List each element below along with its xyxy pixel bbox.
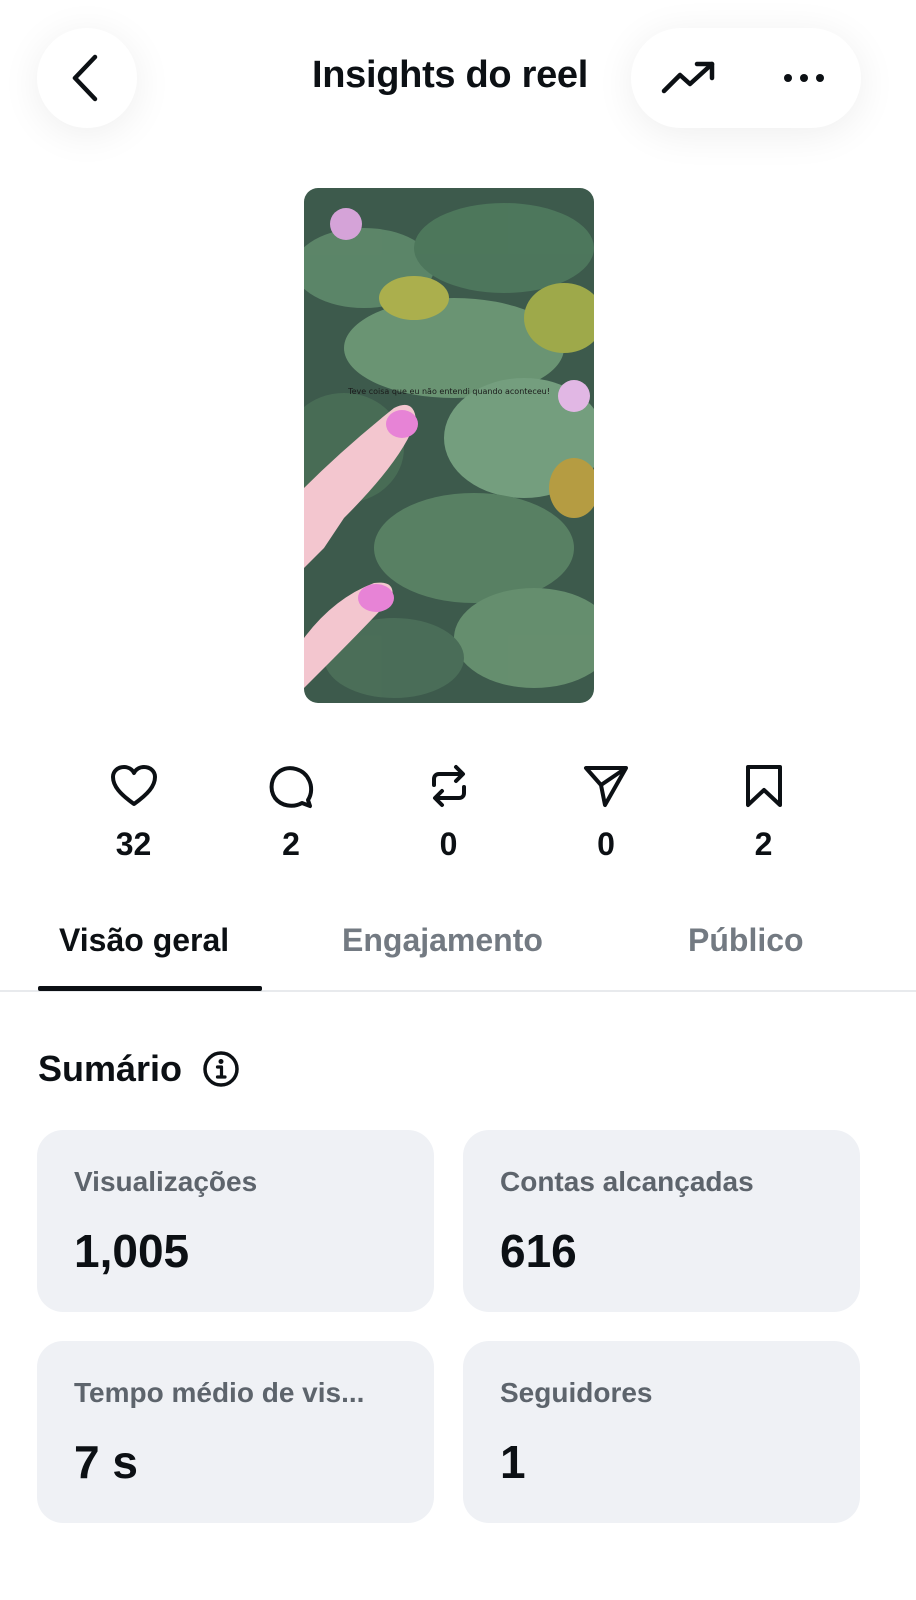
shares-count: 0 (597, 826, 615, 862)
tab-engagement[interactable]: Engajamento (342, 922, 543, 959)
heart-icon (110, 765, 157, 806)
repost-icon (431, 765, 466, 807)
accounts-reached-label: Contas alcançadas (500, 1166, 754, 1197)
back-button[interactable] (37, 28, 137, 128)
likes-count: 32 (115, 826, 152, 862)
accounts-reached-card[interactable]: Contas alcançadas 616 (463, 1130, 860, 1312)
engagement-stats: 32 2 0 0 2 (55, 760, 842, 863)
followers-label: Seguidores (500, 1377, 653, 1408)
comments-count: 2 (282, 826, 300, 862)
followers-card[interactable]: Seguidores 1 (463, 1341, 860, 1523)
saves-stat: 2 (685, 760, 842, 863)
views-card[interactable]: Visualizações 1,005 (37, 1130, 434, 1312)
active-tab-indicator (38, 986, 262, 991)
avg-watch-time-label: Tempo médio de vis... (74, 1377, 365, 1408)
trending-up-icon (661, 61, 714, 94)
shares-stat: 0 (528, 760, 685, 863)
avg-watch-time-value: 7 s (74, 1436, 138, 1488)
reposts-count: 0 (439, 826, 458, 862)
bookmark-icon (745, 765, 782, 807)
reel-caption: Teve coisa que eu não entendi quando aco… (347, 387, 550, 396)
tab-audience[interactable]: Público (688, 922, 804, 959)
tab-overview[interactable]: Visão geral (59, 922, 229, 959)
summary-heading: Sumário (38, 1048, 240, 1090)
more-horizontal-icon (783, 74, 824, 82)
insights-tabs: Visão geral Engajamento Público (0, 910, 916, 992)
saves-count: 2 (754, 826, 773, 862)
chevron-left-icon (72, 54, 98, 102)
more-options-button[interactable] (746, 28, 861, 128)
info-icon[interactable] (202, 1050, 240, 1088)
comment-icon (269, 766, 314, 808)
header-actions (631, 28, 861, 128)
reposts-stat: 0 (370, 760, 527, 863)
followers-value: 1 (500, 1436, 526, 1488)
trends-button[interactable] (631, 28, 746, 128)
views-value: 1,005 (74, 1225, 190, 1277)
likes-stat: 32 (55, 760, 212, 863)
avg-watch-time-card[interactable]: Tempo médio de vis... 7 s (37, 1341, 434, 1523)
accounts-reached-value: 616 (500, 1225, 577, 1277)
comments-stat: 2 (213, 760, 370, 863)
share-icon (584, 766, 628, 807)
views-label: Visualizações (74, 1166, 258, 1197)
reel-thumbnail[interactable]: Teve coisa que eu não entendi quando aco… (304, 188, 594, 703)
summary-title: Sumário (38, 1048, 183, 1089)
header: Insights do reel (0, 0, 916, 160)
page-title: Insights do reel (311, 54, 589, 96)
